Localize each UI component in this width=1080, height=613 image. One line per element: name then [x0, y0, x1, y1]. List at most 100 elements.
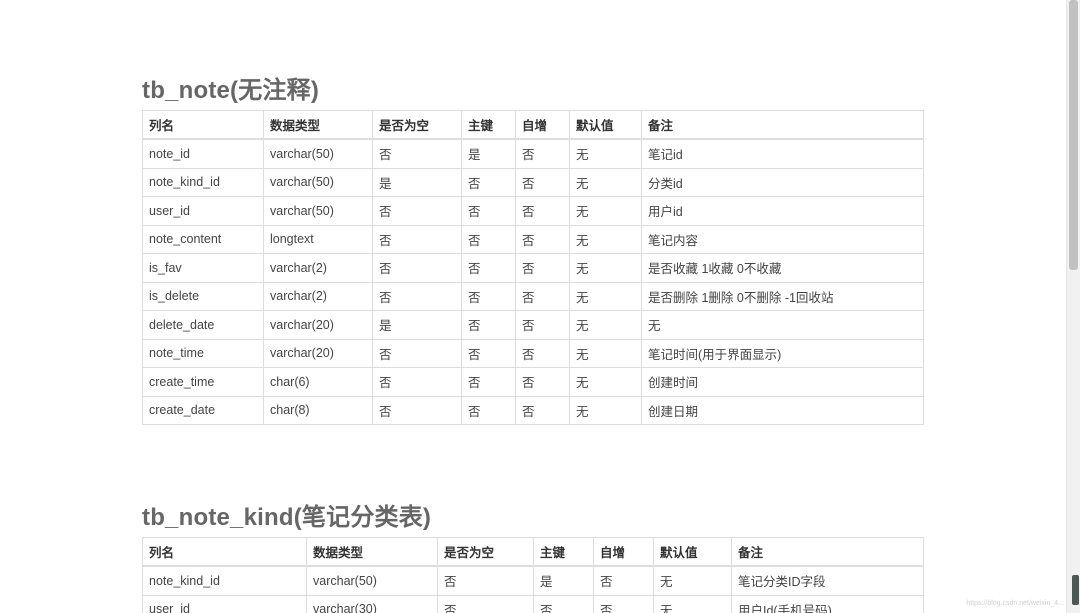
table-cell: 否 — [515, 196, 570, 226]
table-cell: 创建日期 — [641, 395, 924, 425]
table-cell: 否 — [372, 338, 462, 368]
table-cell: 否 — [515, 224, 570, 254]
table-row: note_content longtext 否否否无笔记内容 — [142, 224, 924, 254]
column-header: 自增 — [515, 110, 570, 140]
table-cell: is_fav — [142, 253, 264, 283]
table-cell: 否 — [372, 367, 462, 397]
table-cell: delete_date — [142, 310, 264, 340]
table-cell: varchar(20) — [263, 338, 373, 368]
table-cell: 否 — [461, 224, 516, 254]
column-header: 列名 — [142, 537, 307, 567]
table-row: delete_date varchar(20) 是否否无无 — [142, 310, 924, 340]
table-cell: 是 — [372, 310, 462, 340]
table-body: note_id varchar(50) 否是否无笔记id note_kind_id va… — [142, 138, 924, 425]
table-cell: 否 — [461, 395, 516, 425]
table-cell: 无 — [569, 310, 642, 340]
table-cell: 否 — [372, 281, 462, 311]
table-cell: 无 — [569, 224, 642, 254]
table-row: create_time char(6) 否否否无创建时间 — [142, 367, 924, 397]
table-cell: 无 — [569, 138, 642, 169]
table-cell: 无 — [569, 253, 642, 283]
table-cell: 无 — [569, 281, 642, 311]
schema-table-tb-note-kind: 列名 数据类型 是否为空 主键 自增 默认值 备注 note_kind_id varchar(… — [142, 537, 924, 613]
table-cell: 否 — [437, 594, 534, 613]
table-cell: is_delete — [142, 281, 264, 311]
table-cell: 否 — [372, 253, 462, 283]
table-cell: 否 — [437, 565, 534, 596]
table-cell: 否 — [461, 338, 516, 368]
page: tb_note(无注释) 列名 数据类型 是否为空 主键 自增 默认值 备注 note_id… — [0, 0, 1080, 613]
scrollbar-thumb[interactable] — [1069, 0, 1078, 270]
table-cell: 否 — [515, 281, 570, 311]
table-row: create_date char(8) 否否否无创建日期 — [142, 395, 924, 425]
table-row: user_id varchar(50) 否否否无用户id — [142, 196, 924, 226]
table-cell: note_content — [142, 224, 264, 254]
table-cell: 笔记分类ID字段 — [731, 565, 924, 596]
table-cell: varchar(50) — [263, 196, 373, 226]
table-cell: user_id — [142, 594, 307, 613]
table-cell: note_kind_id — [142, 565, 307, 596]
table-cell: 否 — [372, 138, 462, 169]
table-cell: 否 — [461, 253, 516, 283]
column-header: 主键 — [461, 110, 516, 140]
table-cell: 无 — [569, 167, 642, 197]
table-header-row: 列名 数据类型 是否为空 主键 自增 默认值 备注 — [142, 110, 924, 140]
table-cell: 否 — [515, 167, 570, 197]
table-cell: 否 — [533, 594, 594, 613]
table-cell: 是否收藏 1收藏 0不收藏 — [641, 253, 924, 283]
table-cell: 否 — [515, 367, 570, 397]
table-cell: varchar(30) — [306, 594, 438, 613]
table-cell: 无 — [653, 594, 732, 613]
column-header: 备注 — [641, 110, 924, 140]
vertical-scrollbar[interactable] — [1066, 0, 1080, 613]
table-cell: 否 — [461, 281, 516, 311]
table-cell: note_kind_id — [142, 167, 264, 197]
table-cell: 否 — [372, 395, 462, 425]
table-cell: longtext — [263, 224, 373, 254]
table-cell: char(6) — [263, 367, 373, 397]
table-cell: create_date — [142, 395, 264, 425]
column-header: 是否为空 — [437, 537, 534, 567]
table-row: user_id varchar(30) 否否否无用户Id(手机号码) — [142, 594, 924, 613]
table-cell: varchar(50) — [263, 167, 373, 197]
table-cell: 笔记内容 — [641, 224, 924, 254]
table-cell: 否 — [515, 253, 570, 283]
table-cell: 否 — [515, 395, 570, 425]
table-cell: create_time — [142, 367, 264, 397]
table-cell: varchar(2) — [263, 281, 373, 311]
table-cell: 笔记时间(用于界面显示) — [641, 338, 924, 368]
table-cell: 否 — [593, 594, 654, 613]
table-cell: 是否删除 1删除 0不删除 -1回收站 — [641, 281, 924, 311]
table-cell: 无 — [653, 565, 732, 596]
table-cell: 否 — [461, 367, 516, 397]
table-cell: 否 — [515, 310, 570, 340]
table-cell: 否 — [515, 338, 570, 368]
column-header: 默认值 — [569, 110, 642, 140]
table-cell: note_id — [142, 138, 264, 169]
table-header-row: 列名 数据类型 是否为空 主键 自增 默认值 备注 — [142, 537, 924, 567]
table-row: is_delete varchar(2) 否否否无是否删除 1删除 0不删除 -1回… — [142, 281, 924, 311]
table-cell: 无 — [641, 310, 924, 340]
table-cell: varchar(50) — [263, 138, 373, 169]
table-row: is_fav varchar(2) 否否否无是否收藏 1收藏 0不收藏 — [142, 253, 924, 283]
table-cell: 无 — [569, 338, 642, 368]
table-cell: 否 — [461, 310, 516, 340]
table-cell: user_id — [142, 196, 264, 226]
column-header: 是否为空 — [372, 110, 462, 140]
table-cell: varchar(2) — [263, 253, 373, 283]
column-header: 默认值 — [653, 537, 732, 567]
table-cell: 笔记id — [641, 138, 924, 169]
table-cell: 无 — [569, 367, 642, 397]
table-cell: 是 — [533, 565, 594, 596]
table-row: note_id varchar(50) 否是否无笔记id — [142, 138, 924, 169]
table-cell: 否 — [593, 565, 654, 596]
table-cell: 用户Id(手机号码) — [731, 594, 924, 613]
table-cell: 用户id — [641, 196, 924, 226]
table-cell: 创建时间 — [641, 367, 924, 397]
table-cell: 无 — [569, 395, 642, 425]
column-header: 数据类型 — [306, 537, 438, 567]
table-cell: char(8) — [263, 395, 373, 425]
table-cell: 否 — [372, 224, 462, 254]
table-title-tb-note-kind: tb_note_kind(笔记分类表) — [142, 504, 432, 531]
table-cell: 是 — [372, 167, 462, 197]
